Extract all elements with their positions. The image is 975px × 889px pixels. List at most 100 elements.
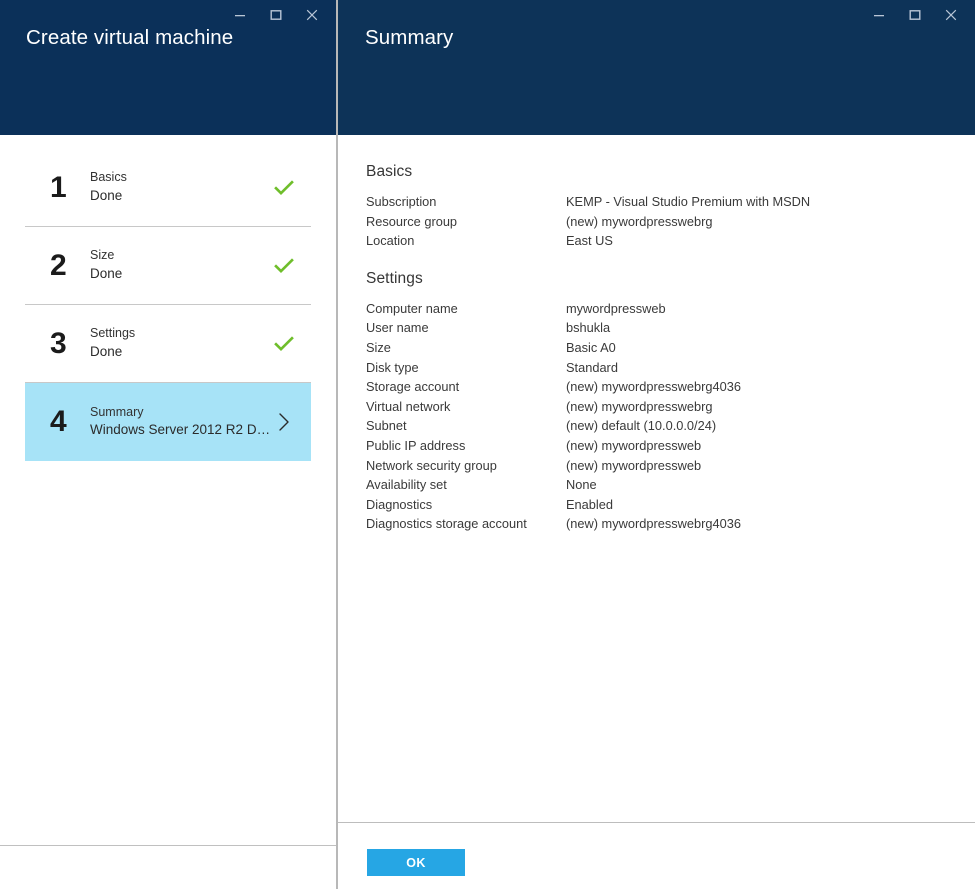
- step-label: Summary: [90, 406, 271, 420]
- row-value: Standard: [566, 358, 975, 378]
- step-status: Windows Server 2012 R2 Datac...: [90, 423, 271, 438]
- row-value: East US: [566, 231, 975, 251]
- row-key: Computer name: [366, 299, 566, 319]
- table-row: Size Basic A0: [366, 338, 975, 358]
- table-row: Subnet (new) default (10.0.0.0/24): [366, 416, 975, 436]
- step-label: Basics: [90, 171, 271, 185]
- step-mark: [271, 305, 297, 382]
- right-window-controls: [861, 0, 969, 30]
- table-row: User name bshukla: [366, 318, 975, 338]
- table-row: Storage account (new) mywordpresswebrg40…: [366, 377, 975, 397]
- step-number: 4: [50, 407, 90, 437]
- left-blade-header: Create virtual machine: [0, 0, 336, 135]
- summary-blade-footer: OK: [338, 822, 975, 889]
- table-row: Subscription KEMP - Visual Studio Premiu…: [366, 192, 975, 212]
- table-row: Network security group (new) mywordpress…: [366, 456, 975, 476]
- row-key: Network security group: [366, 456, 566, 476]
- section-title-basics: Basics: [366, 163, 975, 181]
- step-label: Settings: [90, 327, 271, 341]
- basics-table: Subscription KEMP - Visual Studio Premiu…: [366, 192, 975, 251]
- row-key: Public IP address: [366, 436, 566, 456]
- wizard-step-basics[interactable]: 1 Basics Done: [25, 149, 311, 227]
- check-icon: [274, 180, 294, 196]
- wizard-step-settings[interactable]: 3 Settings Done: [25, 305, 311, 383]
- row-value: (new) mywordpresswebrg: [566, 397, 975, 417]
- row-value: mywordpressweb: [566, 299, 975, 319]
- right-blade-title: Summary: [365, 26, 453, 50]
- step-status: Done: [90, 189, 271, 204]
- wizard-step-list: 1 Basics Done 2 Size Done: [0, 135, 336, 845]
- ok-button[interactable]: OK: [367, 849, 465, 876]
- step-label: Size: [90, 249, 271, 263]
- minimize-button[interactable]: [222, 2, 258, 28]
- row-key: Size: [366, 338, 566, 358]
- step-status: Done: [90, 345, 271, 360]
- table-row: Public IP address (new) mywordpressweb: [366, 436, 975, 456]
- table-row: Diagnostics storage account (new) myword…: [366, 514, 975, 534]
- row-value: (new) mywordpresswebrg4036: [566, 377, 975, 397]
- row-value: None: [566, 475, 975, 495]
- row-value: bshukla: [566, 318, 975, 338]
- row-value: Basic A0: [566, 338, 975, 358]
- row-key: User name: [366, 318, 566, 338]
- row-key: Resource group: [366, 212, 566, 232]
- step-mark: [271, 149, 297, 226]
- close-button[interactable]: [933, 2, 969, 28]
- table-row: Location East US: [366, 231, 975, 251]
- step-number: 2: [50, 251, 90, 281]
- wizard-step-size[interactable]: 2 Size Done: [25, 227, 311, 305]
- row-key: Availability set: [366, 475, 566, 495]
- row-value: (new) mywordpressweb: [566, 456, 975, 476]
- table-row: Resource group (new) mywordpresswebrg: [366, 212, 975, 232]
- wizard-step-summary[interactable]: 4 Summary Windows Server 2012 R2 Datac..…: [25, 383, 311, 461]
- close-icon: [305, 8, 319, 22]
- left-window-controls: [222, 0, 330, 30]
- step-number: 1: [50, 173, 90, 203]
- settings-table: Computer name mywordpressweb User name b…: [366, 299, 975, 534]
- table-row: Computer name mywordpressweb: [366, 299, 975, 319]
- right-blade-header: Summary: [338, 0, 975, 135]
- step-number: 3: [50, 329, 90, 359]
- row-key: Virtual network: [366, 397, 566, 417]
- table-row: Diagnostics Enabled: [366, 495, 975, 515]
- summary-content: Basics Subscription KEMP - Visual Studio…: [338, 135, 975, 822]
- step-text: Basics Done: [90, 171, 271, 204]
- section-title-settings: Settings: [366, 270, 975, 288]
- step-text: Settings Done: [90, 327, 271, 360]
- step-mark: [271, 227, 297, 304]
- table-row: Availability set None: [366, 475, 975, 495]
- row-key: Diagnostics storage account: [366, 514, 566, 534]
- row-value: (new) mywordpresswebrg4036: [566, 514, 975, 534]
- row-key: Location: [366, 231, 566, 251]
- minimize-icon: [234, 9, 246, 21]
- step-mark: [271, 383, 297, 461]
- row-value: Enabled: [566, 495, 975, 515]
- create-vm-wizard: Create virtual machine 1 Basics Done 2 S: [0, 0, 975, 889]
- row-key: Storage account: [366, 377, 566, 397]
- maximize-icon: [270, 9, 282, 21]
- maximize-button[interactable]: [258, 2, 294, 28]
- create-virtual-machine-blade: Create virtual machine 1 Basics Done 2 S: [0, 0, 338, 889]
- row-key: Disk type: [366, 358, 566, 378]
- minimize-icon: [873, 9, 885, 21]
- row-key: Subnet: [366, 416, 566, 436]
- close-icon: [944, 8, 958, 22]
- check-icon: [274, 336, 294, 352]
- close-button[interactable]: [294, 2, 330, 28]
- check-icon: [274, 258, 294, 274]
- table-row: Virtual network (new) mywordpresswebrg: [366, 397, 975, 417]
- left-blade-footer: [0, 845, 336, 889]
- row-value: KEMP - Visual Studio Premium with MSDN: [566, 192, 975, 212]
- maximize-button[interactable]: [897, 2, 933, 28]
- row-key: Diagnostics: [366, 495, 566, 515]
- row-key: Subscription: [366, 192, 566, 212]
- row-value: (new) mywordpressweb: [566, 436, 975, 456]
- left-blade-title: Create virtual machine: [26, 26, 233, 50]
- row-value: (new) mywordpresswebrg: [566, 212, 975, 232]
- maximize-icon: [909, 9, 921, 21]
- row-value: (new) default (10.0.0.0/24): [566, 416, 975, 436]
- step-text: Summary Windows Server 2012 R2 Datac...: [90, 406, 271, 439]
- table-row: Disk type Standard: [366, 358, 975, 378]
- step-status: Done: [90, 267, 271, 282]
- minimize-button[interactable]: [861, 2, 897, 28]
